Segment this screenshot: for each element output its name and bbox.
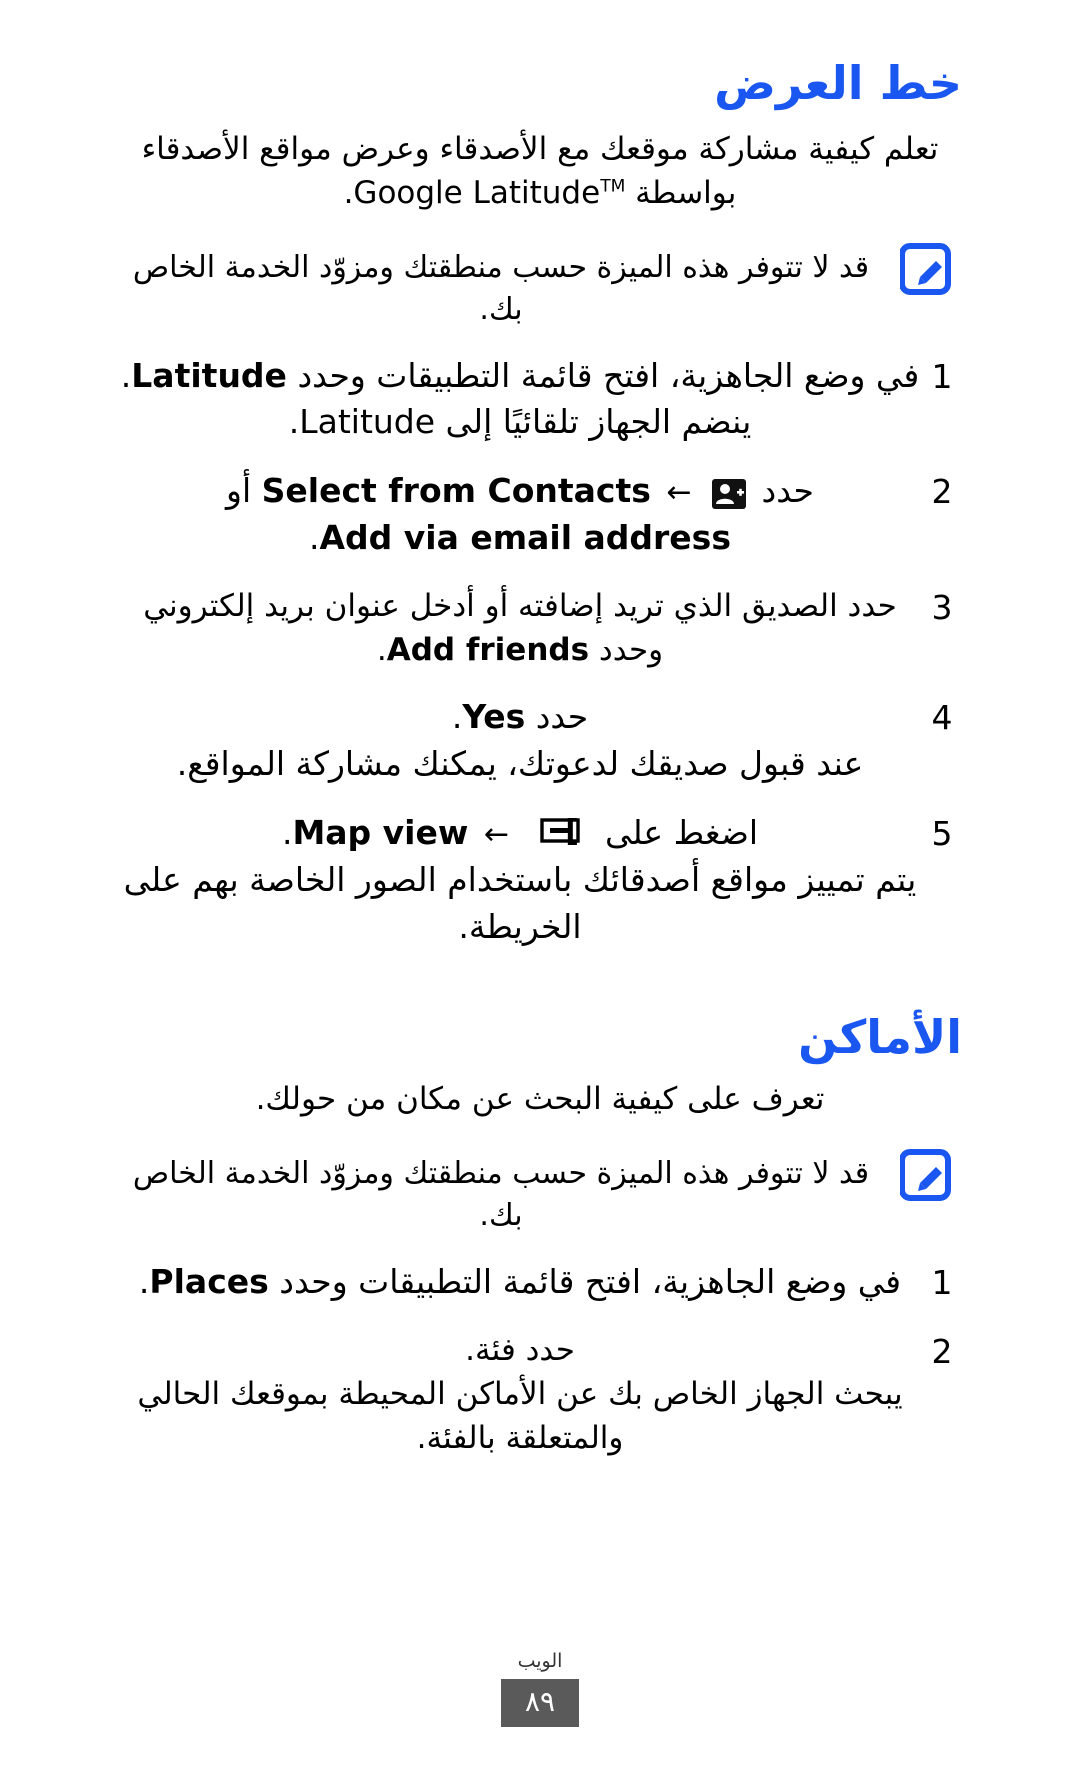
manual-page: خط العرض تعلم كيفية مشاركة موقعك مع الأص… [0,0,1080,1771]
step-number: 5 [931,813,953,853]
note-box-latitude: قد لا تتوفر هذه الميزة حسب منطقتك ومزوّد… [118,241,962,331]
step-bold-term: Map view [292,812,469,852]
places-steps-list: 1 في وضع الجاهزية، افتح قائمة التطبيقات … [118,1259,962,1460]
step-text: حدد [761,471,814,511]
add-contact-icon [712,479,747,510]
list-item: 4 حدد Yes. عند قبول صديقك لدعوتك، يمكنك … [118,694,962,788]
note-box-places: قد لا تتوفر هذه الميزة حسب منطقتك ومزوّد… [118,1147,962,1237]
step-bold-term: Latitude [131,355,287,395]
list-item: 2 حدد ← Select from Contacts أو Add via … [118,468,962,562]
page-title-places: الأماكن [798,1010,962,1065]
step-subtext: عند قبول صديقك لدعوتك، يمكنك مشاركة المو… [176,743,864,783]
note-text-places: قد لا تتوفر هذه الميزة حسب منطقتك ومزوّد… [132,1156,870,1233]
step-text: حدد [535,697,589,737]
step-number: 4 [931,698,953,738]
latitude-brand: Google LatitudeTM [353,174,626,211]
step-period: . [120,355,132,395]
step-content: اضغط على [ ] ← Map view. يتم تمييز مواقع… [118,810,922,951]
footer-chapter-label: الويب [517,1650,563,1673]
step-content: في وضع الجاهزية، افتح قائمة التطبيقات وح… [118,1259,922,1306]
list-item: 1 في وضع الجاهزية، افتح قائمة التطبيقات … [118,353,962,447]
trademark-mark: TM [600,176,626,197]
step-bold-term: Add friends [386,632,590,669]
note-pencil-icon [900,242,962,297]
step-bold-term: Places [149,1262,269,1301]
step-number: 1 [931,356,953,396]
arrow-icon: ← [666,475,692,511]
step-bold-term: Select from Contacts [261,471,651,511]
step-period: . [138,1262,150,1301]
step-text: في وضع الجاهزية، افتح قائمة التطبيقات وح… [279,1262,902,1301]
step-content: حدد Yes. عند قبول صديقك لدعوتك، يمكنك مش… [118,694,922,788]
step-period: . [281,812,293,852]
menu-key-icon: [ ] [529,814,591,848]
step-content: حدد فئة. يبحث الجهاز الخاص بك عن الأماكن… [118,1328,922,1460]
arrow-icon: ← [483,816,509,852]
svg-text:]: ] [565,814,579,848]
step-content: في وضع الجاهزية، افتح قائمة التطبيقات وح… [118,353,922,447]
step-number: 3 [931,588,953,628]
list-item: 3 حدد الصديق الذي تريد إضافته أو أدخل عن… [118,584,962,672]
step-text: اضغط على [605,812,759,852]
step-number: 1 [931,1263,953,1302]
note-text-latitude: قد لا تتوفر هذه الميزة حسب منطقتك ومزوّد… [132,249,870,327]
step-content: حدد ← Select from Contacts أو Add via em… [118,468,922,562]
step-bold-term-2: Add via email address [319,518,731,558]
step-subtext: ينضم الجهاز تلقائيًا إلى Latitude. [288,402,752,442]
list-item: 2 حدد فئة. يبحث الجهاز الخاص بك عن الأما… [118,1328,962,1460]
page-title-latitude: خط العرض [714,56,962,110]
page-footer: الويب ٨٩ [0,1650,1080,1727]
step-subtext: يتم تمييز مواقع أصدقائك باستخدام الصور ا… [123,859,917,946]
latitude-steps-list: 1 في وضع الجاهزية، افتح قائمة التطبيقات … [118,353,962,951]
step-text: حدد فئة. [465,1331,575,1368]
step-period: . [309,518,320,558]
step-period: . [376,632,387,669]
places-intro-paragraph: تعرف على كيفية البحث عن مكان من حولك. [255,1080,825,1117]
step-period: . [451,697,463,737]
note-pencil-icon [900,1149,962,1203]
step-conjunction: أو [226,471,252,511]
step-content: حدد الصديق الذي تريد إضافته أو أدخل عنوا… [118,584,922,672]
step-number: 2 [931,472,953,512]
latitude-intro-paragraph: تعلم كيفية مشاركة موقعك مع الأصدقاء وعرض… [118,127,962,215]
latitude-intro-period: . [343,174,354,211]
step-number: 2 [931,1331,953,1371]
step-subtext: يبحث الجهاز الخاص بك عن الأماكن المحيطة … [137,1375,903,1456]
list-item: 1 في وضع الجاهزية، افتح قائمة التطبيقات … [118,1259,962,1306]
step-text: في وضع الجاهزية، افتح قائمة التطبيقات وح… [297,355,920,395]
page-number-badge: ٨٩ [501,1679,579,1727]
list-item: 5 اضغط على [ ] ← Map view. يتم تمييز موا… [118,810,962,951]
step-bold-term: Yes [462,697,526,737]
